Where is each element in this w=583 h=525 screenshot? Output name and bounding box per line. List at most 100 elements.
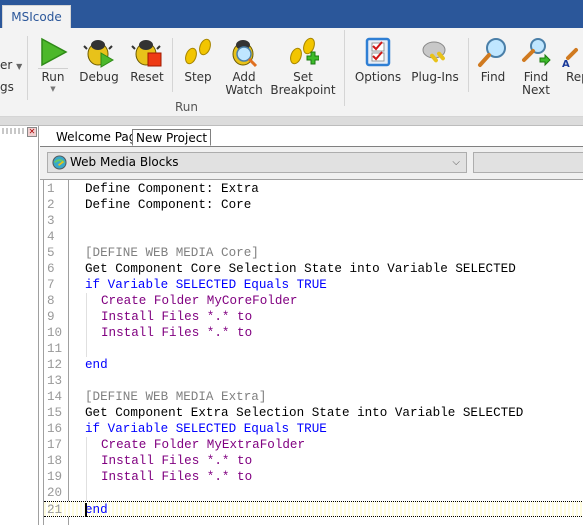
indent-guide — [86, 437, 87, 501]
code-text: Install Files *.* to — [101, 454, 253, 468]
replace-icon: A — [562, 48, 578, 68]
reset-icon — [131, 40, 162, 67]
plug-ins-icon — [422, 41, 446, 63]
code-line[interactable]: 5 [DEFINE WEB MEDIA Core] — [44, 245, 583, 261]
chevron-down-icon: ▼ — [16, 62, 23, 71]
ribbon-separator — [344, 30, 345, 106]
document-tabs: Welcome Page New Project — [40, 126, 583, 147]
step-button[interactable]: Step — [180, 28, 216, 108]
panel-grip-handle[interactable] — [2, 128, 24, 134]
run-button[interactable]: Run ▼ — [36, 28, 70, 108]
ribbon-partial-item-2[interactable]: gs — [0, 80, 14, 94]
ribbon-group-label-run: Run — [175, 100, 199, 114]
line-number: 5 — [47, 246, 55, 260]
reset-button[interactable]: Reset — [128, 28, 166, 108]
run-icon — [41, 37, 68, 67]
code-line[interactable]: 19 Install Files *.* to — [44, 469, 583, 485]
title-bar: MSIcode — [0, 0, 583, 28]
web-media-globe-icon — [52, 155, 67, 170]
line-number: 18 — [47, 454, 63, 468]
code-line[interactable]: 1 Define Component: Extra — [44, 181, 583, 197]
line-number: 19 — [47, 470, 63, 484]
line-number: 7 — [47, 278, 55, 292]
code-text: Install Files *.* to — [101, 310, 253, 324]
line-number: 16 — [47, 422, 63, 436]
code-text: Install Files *.* to — [101, 470, 253, 484]
code-text: if Variable SELECTED Equals TRUE — [85, 422, 327, 436]
line-number: 10 — [47, 326, 63, 340]
code-text: end — [85, 503, 108, 517]
panel-close-icon[interactable]: ✕ — [27, 127, 37, 137]
code-line[interactable]: 7 if Variable SELECTED Equals TRUE — [44, 277, 583, 293]
left-panel — [0, 126, 39, 525]
line-number: 6 — [47, 262, 55, 276]
set-breakpoint-icon — [290, 37, 319, 65]
code-line[interactable]: 2 Define Component: Core — [44, 197, 583, 213]
code-line[interactable]: 8 Create Folder MyCoreFolder — [44, 293, 583, 309]
ribbon-bottom-border — [0, 117, 583, 126]
find-next-button[interactable]: Find Next — [518, 28, 554, 108]
secondary-selector[interactable] — [473, 152, 583, 173]
step-icon — [185, 38, 211, 65]
debug-button[interactable]: Debug — [78, 28, 120, 108]
code-text: if Variable SELECTED Equals TRUE — [85, 278, 327, 292]
indent-guide — [86, 293, 87, 357]
ribbon: er ▼ gs Run ▼ Debug Reset Step Add Watch… — [0, 28, 583, 117]
code-line[interactable]: 21 end — [44, 501, 583, 517]
line-number: 15 — [47, 406, 63, 420]
code-line[interactable]: 15 Get Component Extra Selection State in… — [44, 405, 583, 421]
code-line[interactable]: 14 [DEFINE WEB MEDIA Extra] — [44, 389, 583, 405]
plug-ins-button[interactable]: Plug-Ins — [410, 28, 460, 108]
line-number: 20 — [47, 486, 63, 500]
code-line[interactable]: 17 Create Folder MyExtraFolder — [44, 437, 583, 453]
code-line[interactable]: 3 — [44, 213, 583, 229]
add-watch-button[interactable]: Add Watch — [224, 28, 264, 108]
code-line[interactable]: 10 Install Files *.* to — [44, 325, 583, 341]
line-number: 1 — [47, 182, 55, 196]
code-line[interactable]: 16 if Variable SELECTED Equals TRUE — [44, 421, 583, 437]
code-line[interactable]: 13 — [44, 373, 583, 389]
svg-text:A: A — [562, 59, 570, 68]
line-number: 12 — [47, 358, 63, 372]
code-editor[interactable]: 1 Define Component: Extra 2 Define Componen… — [43, 180, 583, 525]
line-number: 13 — [47, 374, 63, 388]
line-number: 14 — [47, 390, 63, 404]
code-text: [DEFINE WEB MEDIA Extra] — [85, 390, 267, 404]
line-number: 17 — [47, 438, 63, 452]
code-line[interactable]: 12 end — [44, 357, 583, 373]
code-text: [DEFINE WEB MEDIA Core] — [85, 246, 259, 260]
find-button[interactable]: Find — [476, 28, 510, 108]
code-text: Define Component: Core — [85, 198, 252, 212]
code-text: Install Files *.* to — [101, 326, 253, 340]
code-text: Get Component Extra Selection State into… — [85, 406, 524, 420]
text-caret — [85, 503, 87, 517]
chevron-down-icon: ⌵ — [452, 157, 460, 168]
replace-button[interactable]: A Rep — [562, 28, 583, 108]
tab-new-project[interactable]: New Project — [132, 129, 212, 146]
line-number: 3 — [47, 214, 55, 228]
ribbon-partial-item-1[interactable]: er ▼ — [0, 58, 22, 72]
set-breakpoint-button[interactable]: Set Breakpoint — [270, 28, 336, 108]
line-number: 2 — [47, 198, 55, 212]
code-line[interactable]: 9 Install Files *.* to — [44, 309, 583, 325]
line-number: 9 — [47, 310, 55, 324]
code-line[interactable]: 11 — [44, 341, 583, 357]
find-icon — [478, 38, 506, 67]
ribbon-separator — [468, 38, 469, 92]
chevron-down-icon: ▼ — [50, 85, 56, 93]
ribbon-tab-msicode[interactable]: MSIcode — [2, 5, 71, 28]
code-line[interactable]: 18 Install Files *.* to — [44, 453, 583, 469]
line-number: 21 — [47, 503, 63, 517]
line-number: 8 — [47, 294, 55, 308]
ribbon-separator — [172, 38, 173, 92]
options-icon — [365, 37, 391, 67]
block-toolbar: Web Media Blocks ⌵ — [40, 147, 583, 180]
code-line[interactable]: 4 — [44, 229, 583, 245]
code-line[interactable]: 6 Get Component Core Selection State into… — [44, 261, 583, 277]
code-line[interactable]: 20 — [44, 485, 583, 501]
code-text: Define Component: Extra — [85, 182, 259, 196]
code-text: Get Component Core Selection State into … — [85, 262, 516, 276]
block-selector-dropdown[interactable]: Web Media Blocks ⌵ — [47, 152, 467, 173]
line-number: 4 — [47, 230, 55, 244]
options-button[interactable]: Options — [352, 28, 404, 108]
